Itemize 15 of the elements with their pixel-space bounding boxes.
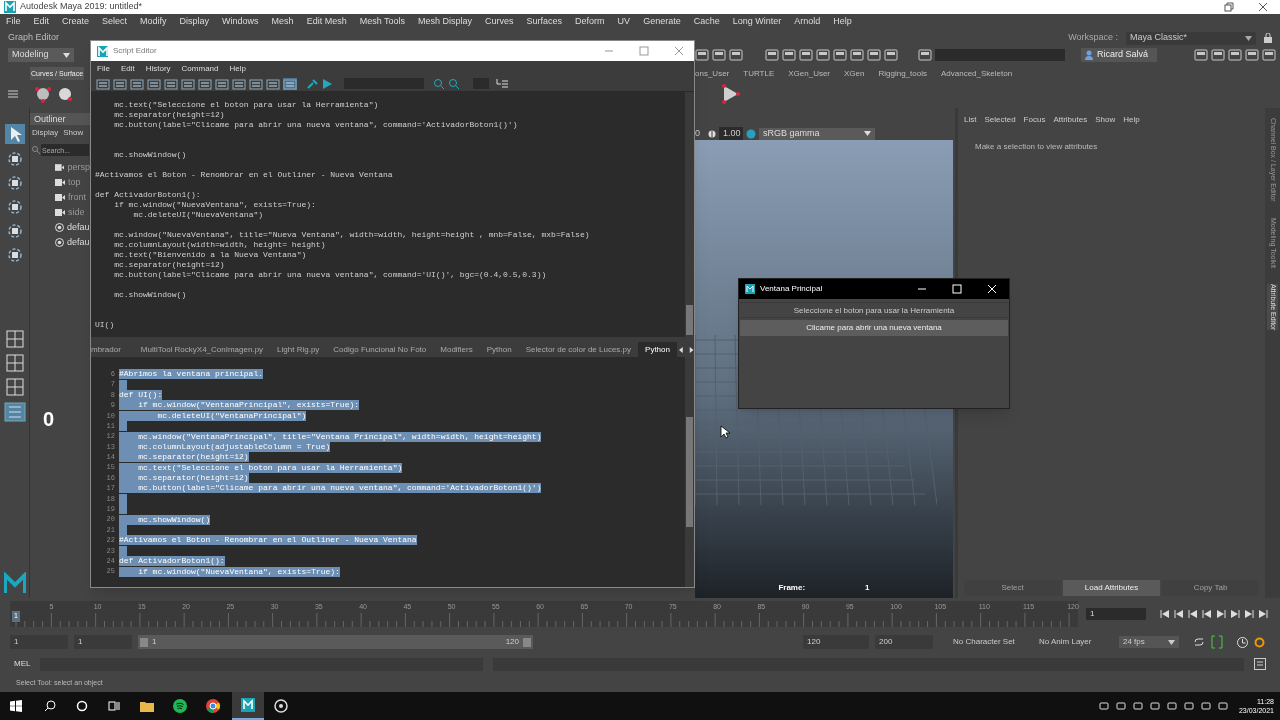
workspace-label: Workspace : bbox=[1068, 31, 1118, 45]
user-name: Ricard Salvá bbox=[1097, 48, 1149, 62]
panel-label: Graph Editor bbox=[8, 31, 60, 45]
window-title: Autodesk Maya 2019: untitled* bbox=[20, 0, 143, 14]
frame-label: Frame: bbox=[778, 582, 806, 594]
dialog-text: Seleccione el boton para usar la Herramienta bbox=[740, 302, 1008, 318]
window-title: Ventana Principal bbox=[760, 283, 823, 295]
message-text: Make a selection to view attributes bbox=[975, 141, 1099, 153]
counter-text: 0 bbox=[43, 407, 55, 432]
script-history-text: mc.text("Seleccione el boton para usar la Herramienta") mc.separator(height=12) mc.button(label="Clicame para abrir una nueva ventana", command='ActivadorBoton1()') mc.showWindow() #Activamos el Boton - Renombrar en el Outliner - Nueva Ventana def ActivadorBoton1(): if mc.window("NuevaVentana", exists=True): mc.deleteUI("NuevaVentana") mc.window("NuevaVentana", title="Nueva Ventana", width=width, height=height , mnb=False, mxb=False) mc.columnLayout(width=width, height= height) mc.text("Bienvenido a la Nueva Ventana") mc.separator(height=12) mc.button(label="Clicame para abrir una nueva ventana", command='UI()', bgc=(0.4,0.5,0.3)) mc.showWindow() UI() bbox=[94, 99, 590, 331]
range-end-label: 120 bbox=[505, 636, 519, 648]
panel-title: Outliner bbox=[30, 113, 90, 125]
window-title: Script Editor bbox=[113, 45, 157, 57]
frame-value: 1 bbox=[865, 582, 870, 594]
range-start-label: 1 bbox=[152, 636, 157, 648]
